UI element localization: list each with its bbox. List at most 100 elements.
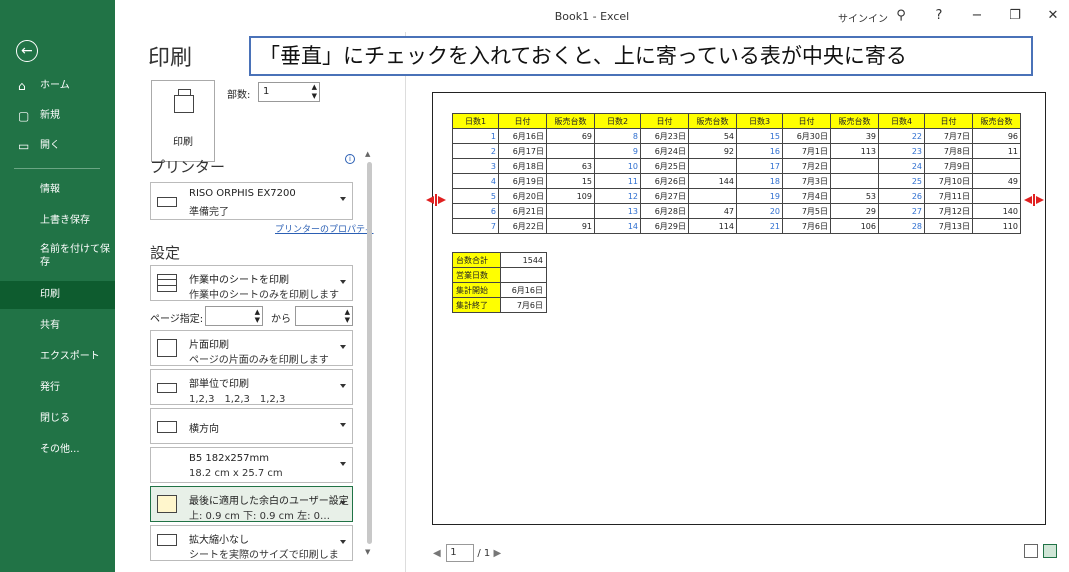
table-cell: 17: [736, 158, 783, 174]
nav-item-close[interactable]: 閉じる: [0, 405, 115, 433]
nav-item-info[interactable]: 情報: [0, 176, 115, 204]
nav-item-export[interactable]: エクスポート: [0, 343, 115, 371]
restore-button[interactable]: ❐: [1004, 6, 1026, 26]
minimize-button[interactable]: −: [966, 6, 988, 26]
table-cell: 6月20日: [498, 188, 547, 204]
help-button[interactable]: ?: [928, 6, 950, 26]
print-what-select[interactable]: 作業中のシートを印刷 作業中のシートのみを印刷します: [150, 265, 353, 301]
table-cell: 13: [594, 203, 641, 219]
table-cell: 6月27日: [640, 188, 689, 204]
pages-from-input[interactable]: ▲ ▼: [205, 306, 263, 326]
table-cell: [972, 188, 1021, 204]
pages-label: ページ指定:: [150, 314, 204, 325]
paper-size-select[interactable]: B5 182x257mm 18.2 cm x 25.7 cm: [150, 447, 353, 483]
pages-from-spinner[interactable]: ▲ ▼: [255, 308, 260, 324]
summary-value: 1544: [500, 252, 547, 268]
column-header: 販売台数: [688, 113, 737, 129]
margins-select[interactable]: 最後に適用した余白のユーザー設定 上: 0.9 cm 下: 0.9 cm 左: …: [150, 486, 353, 522]
column-header: 日付: [498, 113, 547, 129]
summary-value: 6月16日: [500, 282, 547, 298]
nav-item-new[interactable]: ▢ 新規: [0, 102, 115, 130]
table-cell: 6月29日: [640, 218, 689, 234]
back-icon[interactable]: ←: [16, 40, 38, 62]
table-cell: 19: [736, 188, 783, 204]
summary-row: 営業日数: [452, 267, 547, 283]
page-number-input[interactable]: 1: [446, 544, 475, 562]
nav-item-more[interactable]: その他...: [0, 436, 115, 464]
settings-scrollbar[interactable]: ▲ ▼: [364, 150, 374, 560]
table-cell: 22: [878, 128, 925, 144]
nav-divider: [14, 168, 100, 169]
scaling-select[interactable]: 拡大縮小なし シートを実際のサイズで印刷します: [150, 525, 353, 561]
copies-input[interactable]: 1 ▲ ▼: [258, 82, 320, 102]
collate-select[interactable]: 部単位で印刷 1,2,3 1,2,3 1,2,3: [150, 369, 353, 405]
signin-link[interactable]: サインイン: [838, 10, 888, 25]
table-cell: 6月17日: [498, 143, 547, 159]
table-cell: 29: [830, 203, 879, 219]
scroll-down-icon[interactable]: ▼: [365, 548, 370, 556]
backstage-nav: ← ⌂ ホーム ▢ 新規 ▭ 開く 情報 上書き保存 名前を付けて保存 印刷 共有 エ…: [0, 0, 115, 572]
show-margins-icon[interactable]: [1023, 544, 1038, 558]
prev-page-icon[interactable]: ◀: [433, 548, 443, 559]
table-cell: 6月16日: [498, 128, 547, 144]
table-cell: 7月8日: [924, 143, 973, 159]
copies-label: 部数:: [227, 90, 251, 101]
nav-item-share[interactable]: 共有: [0, 312, 115, 340]
right-margin-handle[interactable]: [1024, 194, 1044, 206]
nav-item-print[interactable]: 印刷: [0, 281, 115, 309]
nav-item-save-as[interactable]: 名前を付けて保存: [0, 241, 115, 275]
scroll-thumb[interactable]: [367, 162, 372, 544]
table-cell: 7月2日: [782, 158, 831, 174]
summary-table: 台数合計 1544 営業日数 集計開始 6月16日 集計終了 7月6日: [452, 252, 547, 313]
close-button[interactable]: ✕: [1042, 6, 1064, 26]
scroll-up-icon[interactable]: ▲: [365, 150, 370, 158]
column-header: 日付: [640, 113, 689, 129]
nav-item-open[interactable]: ▭ 開く: [0, 132, 115, 160]
nav-item-home[interactable]: ⌂ ホーム: [0, 72, 115, 100]
sides-select[interactable]: 片面印刷 ページの片面のみを印刷します: [150, 330, 353, 366]
table-cell: 7月9日: [924, 158, 973, 174]
table-cell: 26: [878, 188, 925, 204]
summary-value: 7月6日: [500, 297, 547, 313]
table-cell: 109: [546, 188, 595, 204]
table-cell: 114: [688, 218, 737, 234]
table-cell: 24: [878, 158, 925, 174]
sheet-icon: [157, 274, 177, 292]
summary-value: [500, 267, 547, 283]
copies-spinner[interactable]: ▲ ▼: [312, 83, 317, 101]
left-margin-handle[interactable]: [426, 194, 446, 206]
printer-properties-link[interactable]: プリンターのプロパティ: [275, 222, 373, 235]
chevron-down-icon: [340, 345, 346, 349]
pages-to-input[interactable]: ▲ ▼: [295, 306, 353, 326]
table-row: 2 6月17日 9 6月24日 92 16 7月1日 113 23 7月8日 11: [452, 143, 1021, 159]
table-cell: 9: [594, 143, 641, 159]
table-cell: 6月30日: [782, 128, 831, 144]
pages-to-spinner[interactable]: ▲ ▼: [345, 308, 350, 324]
printer-select[interactable]: RISO ORPHIS EX7200 準備完了: [150, 182, 353, 220]
new-file-icon: ▢: [18, 109, 30, 123]
margins-icon: [157, 495, 177, 513]
callout-annotation: 「垂直」にチェックを入れておくと、上に寄っている表が中央に寄る: [249, 36, 1033, 76]
page-navigator: ◀ 1 / 1 ▶: [433, 544, 503, 562]
nav-item-publish[interactable]: 発行: [0, 374, 115, 402]
table-cell: 6月24日: [640, 143, 689, 159]
table-row: 4 6月19日 15 11 6月26日 144 18 7月3日 25 7月10日 49: [452, 173, 1021, 189]
table-cell: 11: [972, 143, 1021, 159]
printer-section-title: プリンター: [150, 158, 226, 176]
orientation-select[interactable]: 横方向: [150, 408, 353, 444]
table-cell: [972, 158, 1021, 174]
table-cell: 7月4日: [782, 188, 831, 204]
table-cell: [688, 158, 737, 174]
pages-to-label: から: [271, 314, 291, 325]
window-title: Book1 - Excel: [554, 10, 630, 23]
people-icon[interactable]: ⚲: [890, 6, 912, 26]
next-page-icon[interactable]: ▶: [493, 548, 503, 559]
table-cell: 6月23日: [640, 128, 689, 144]
page-title: 印刷: [148, 46, 193, 71]
info-icon[interactable]: i: [345, 154, 355, 164]
table-cell: 39: [830, 128, 879, 144]
table-cell: 6月26日: [640, 173, 689, 189]
print-button[interactable]: 印刷: [151, 80, 215, 162]
nav-item-save[interactable]: 上書き保存: [0, 207, 115, 235]
zoom-page-icon[interactable]: [1043, 544, 1057, 558]
